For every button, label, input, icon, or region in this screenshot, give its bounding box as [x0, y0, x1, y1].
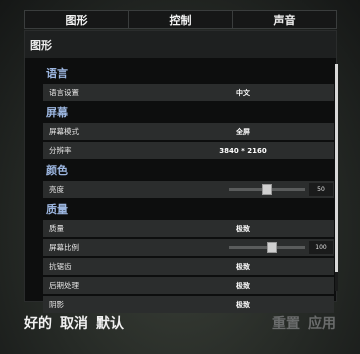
setting-post-processing[interactable]: 后期处理 极致 [43, 277, 334, 294]
section-screen: 屏幕 [46, 106, 68, 119]
setting-resolution[interactable]: 分辨率 3840 * 2160 [43, 142, 334, 159]
setting-value[interactable]: 极致 [236, 281, 250, 291]
default-button[interactable]: 默认 [96, 313, 124, 333]
settings-list: 语言 语言设置 中文 屏幕 屏幕模式 全屏 分辨率 3840 * 2160 颜色… [43, 64, 334, 315]
setting-label: 屏幕模式 [49, 127, 79, 136]
setting-label: 亮度 [49, 185, 64, 194]
setting-label: 质量 [49, 224, 64, 233]
brightness-value[interactable]: 50 [309, 183, 333, 196]
setting-screen-ratio: 屏幕比例 100 [43, 239, 334, 256]
setting-brightness: 亮度 50 [43, 181, 334, 198]
setting-antialiasing[interactable]: 抗锯齿 极致 [43, 258, 334, 275]
setting-label: 后期处理 [49, 281, 79, 290]
setting-label: 分辨率 [49, 146, 72, 155]
scrollbar-thumb[interactable] [335, 64, 338, 272]
setting-value[interactable]: 极致 [236, 224, 250, 234]
setting-label: 阴影 [49, 300, 64, 309]
setting-value[interactable]: 全屏 [236, 127, 250, 137]
cancel-button[interactable]: 取消 [60, 313, 88, 333]
section-color: 颜色 [46, 164, 68, 177]
apply-button[interactable]: 应用 [308, 313, 336, 333]
ok-button[interactable]: 好的 [24, 313, 52, 333]
screen-ratio-slider[interactable] [229, 242, 305, 253]
setting-value[interactable]: 极致 [236, 300, 250, 310]
section-language: 语言 [46, 67, 68, 80]
screen-ratio-value[interactable]: 100 [309, 241, 333, 254]
setting-value[interactable]: 中文 [236, 88, 250, 98]
secondary-actions: 重置 应用 [272, 313, 336, 333]
setting-language[interactable]: 语言设置 中文 [43, 84, 334, 101]
setting-screen-mode[interactable]: 屏幕模式 全屏 [43, 123, 334, 140]
brightness-slider-thumb[interactable] [262, 184, 272, 195]
setting-value[interactable]: 3840 * 2160 [219, 147, 267, 155]
tab-graphics[interactable]: 图形 [25, 11, 128, 28]
brightness-slider[interactable] [229, 184, 305, 195]
setting-quality[interactable]: 质量 极致 [43, 220, 334, 237]
setting-label: 语言设置 [49, 88, 79, 97]
section-quality: 质量 [46, 203, 68, 216]
settings-scrollbar[interactable] [335, 64, 338, 291]
reset-button[interactable]: 重置 [272, 313, 300, 333]
settings-panel: 图形 语言 语言设置 中文 屏幕 屏幕模式 全屏 分辨率 3840 * 2160… [24, 30, 338, 313]
tab-sound[interactable]: 声音 [232, 11, 336, 28]
setting-value[interactable]: 极致 [236, 262, 250, 272]
setting-shadows[interactable]: 阴影 极致 [43, 296, 334, 313]
setting-label: 屏幕比例 [49, 243, 79, 252]
screen-ratio-slider-thumb[interactable] [267, 242, 278, 253]
tab-controls[interactable]: 控制 [128, 11, 232, 28]
setting-label: 抗锯齿 [49, 262, 72, 271]
settings-tab-bar: 图形 控制 声音 [24, 10, 337, 29]
primary-actions: 好的 取消 默认 [24, 313, 124, 333]
panel-title: 图形 [25, 31, 336, 58]
